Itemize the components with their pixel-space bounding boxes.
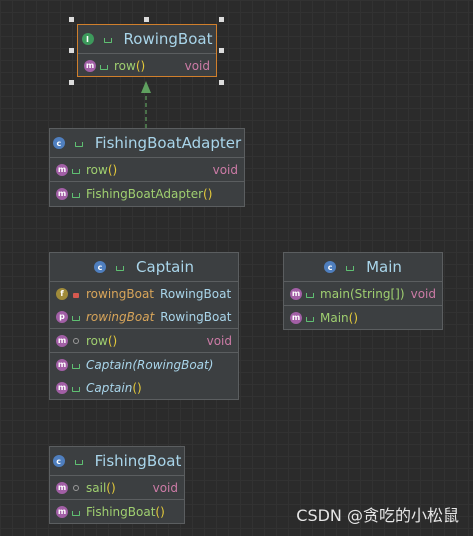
selection-handle[interactable] [69,48,74,53]
constructor-row[interactable]: m Captain(RowingBoat) [50,352,238,376]
rowing-boat-header: I RowingBoat [78,25,216,54]
constructor-name: Captain [86,380,133,395]
main-box[interactable]: c Main m main(String[]) void m Main() [283,252,443,330]
field-name: rowingBoat [86,286,155,301]
method-icon: m [56,505,68,518]
member-name: sail [86,480,107,495]
constructor-parens: () [155,504,165,519]
method-icon: m [56,163,68,176]
member-name: row [86,333,108,348]
method-icon: m [84,59,96,72]
member-row[interactable]: m main(String[]) void [284,282,442,305]
interface-icon: I [81,33,94,45]
member-name: main(String[]) [320,286,405,301]
implements-arrowhead [141,81,151,93]
constructor-row[interactable]: m FishingBoat() [50,499,184,523]
field-type: RowingBoat [160,286,232,301]
selection-handle[interactable] [219,17,224,22]
public-icon [72,361,80,369]
constructor-row[interactable]: m Captain() [50,376,238,399]
member-name: row [86,162,108,177]
captain-title: Captain [136,258,194,276]
return-type: void [212,162,238,177]
captain-box[interactable]: c Captain f rowingBoat RowingBoat p rowi… [49,252,239,400]
selection-handle[interactable] [69,80,74,85]
watermark: CSDN @贪吃的小松鼠 [296,506,459,525]
constructor-parens: () [348,310,359,325]
property-icon: p [56,310,68,323]
public-icon [104,35,112,43]
method-icon: m [56,381,68,394]
method-icon: m [56,187,68,200]
constructor-name: Main [320,310,349,325]
class-icon: c [52,455,65,467]
constructor-parens: () [203,186,213,201]
method-icon: m [290,287,302,300]
public-icon [72,384,80,392]
method-icon: m [56,481,68,494]
class-icon: c [94,261,107,273]
constructor-parens: () [132,380,142,395]
public-icon [72,190,80,198]
public-icon [306,314,314,322]
fishing-boat-adapter-box[interactable]: c FishingBoatAdapter m row() void m Fish… [49,128,245,207]
selection-handle[interactable] [219,80,224,85]
property-type: RowingBoat [160,309,232,324]
field-row[interactable]: f rowingBoat RowingBoat [50,282,238,305]
constructor-row[interactable]: m Main() [284,305,442,329]
public-icon [75,139,83,147]
method-icon: m [56,358,68,371]
public-icon [72,313,80,321]
public-icon [306,290,314,298]
selection-handle[interactable] [144,17,149,22]
private-icon [72,290,80,298]
main-title: Main [366,258,402,276]
return-type: void [184,58,210,73]
public-icon [72,166,80,174]
class-icon: c [52,137,65,149]
fishing-boat-title: FishingBoat [94,452,182,470]
constructor-row[interactable]: m FishingBoatAdapter() [50,181,244,205]
member-parens: () [135,58,146,73]
member-name: row [114,58,136,73]
constructor-name: Captain(RowingBoat) [86,357,214,372]
constructor-name: FishingBoatAdapter [86,186,204,201]
return-type: void [152,480,178,495]
return-type: void [206,333,232,348]
main-header: c Main [284,253,442,282]
package-private-icon [72,484,80,492]
fishing-boat-adapter-header: c FishingBoatAdapter [50,129,244,158]
member-row[interactable]: m row() void [50,158,244,181]
package-private-icon [72,337,80,345]
property-name: rowingBoat [86,309,155,324]
public-icon [100,62,108,70]
method-icon: m [56,334,68,347]
member-row[interactable]: m row() void [50,328,238,352]
captain-header: c Captain [50,253,238,282]
selection-handle[interactable] [219,48,224,53]
member-row[interactable]: m row() void [78,54,216,77]
class-icon: c [324,261,337,273]
selection-handle[interactable] [69,17,74,22]
method-icon: m [290,311,302,324]
member-row[interactable]: m sail() void [50,476,184,499]
rowing-boat-box[interactable]: I RowingBoat m row() void [77,24,217,77]
fishing-boat-adapter-title: FishingBoatAdapter [94,134,242,152]
public-icon [346,263,354,271]
fishing-boat-header: c FishingBoat [50,447,184,476]
public-icon [116,263,124,271]
member-parens: () [107,162,118,177]
rowing-boat-title: RowingBoat [123,30,213,48]
field-icon: f [56,287,68,300]
property-row[interactable]: p rowingBoat RowingBoat [50,305,238,328]
public-icon [75,457,83,465]
return-type: void [410,286,436,301]
public-icon [72,508,80,516]
member-parens: () [107,333,118,348]
constructor-name: FishingBoat [86,504,156,519]
member-parens: () [106,480,116,495]
fishing-boat-box[interactable]: c FishingBoat m sail() void m FishingBoa… [49,446,185,524]
